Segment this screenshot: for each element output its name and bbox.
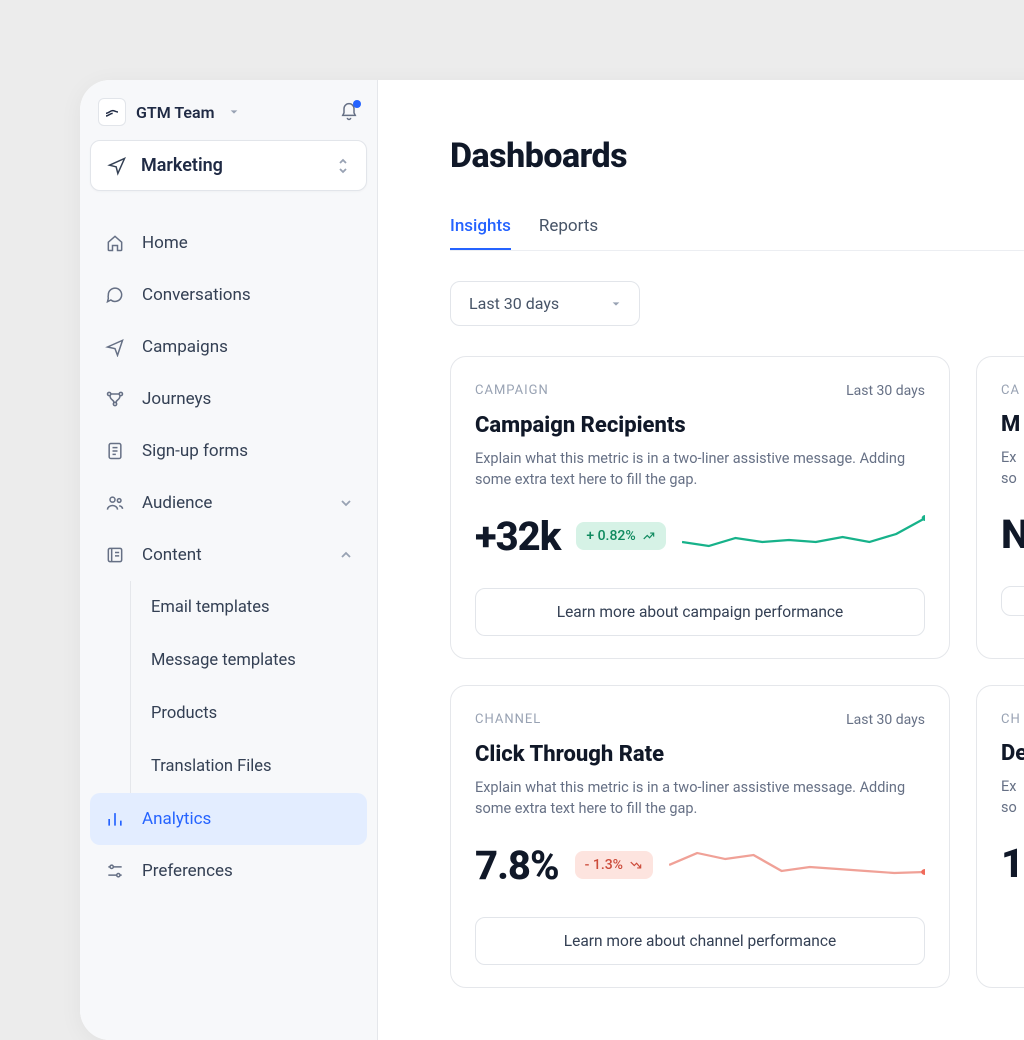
sidebar-item-analytics[interactable]: Analytics [90,793,367,845]
sidebar-item-label: Conversations [142,285,251,305]
sparkline-up [682,512,925,560]
card-category: CAMPAIGN [475,383,549,399]
card-click-through-rate: CHANNEL Last 30 days Click Through Rate … [450,685,950,988]
tabs: Insights Reports [450,216,1024,251]
paper-plane-icon [107,156,127,176]
card-title: De [1001,741,1024,766]
subnav-translation-files[interactable]: Translation Files [131,740,367,793]
sidebar-item-label: Journeys [142,389,211,409]
sidebar-item-label: Preferences [142,861,233,881]
send-icon [104,336,126,358]
sidebar-item-label: Content [142,545,202,565]
form-icon [104,440,126,462]
chevron-down-icon [339,496,353,510]
sidebar-item-home[interactable]: Home [90,217,367,269]
sidebar-item-label: Sign-up forms [142,441,248,461]
app-frame: GTM Team Marketing [80,80,1024,1040]
card-metric: 1 [1001,840,1023,887]
card-campaign-recipients: CAMPAIGN Last 30 days Campaign Recipient… [450,356,950,659]
sliders-icon [104,860,126,882]
card-title: M [1001,412,1024,437]
card-description: Ex so [1001,447,1024,489]
bar-chart-icon [104,808,126,830]
space-selector-label: Marketing [141,155,223,176]
sidebar-item-label: Campaigns [142,337,228,357]
delta-badge-down: - 1.3% [575,851,653,879]
card-cta-button[interactable]: Learn more about campaign performance [475,588,925,636]
sidebar-item-content[interactable]: Content [90,529,367,581]
sparkline-down [669,841,925,889]
subnav-message-templates[interactable]: Message templates [131,634,367,687]
trend-up-icon [642,529,656,543]
sidebar-item-label: Audience [142,493,212,513]
card-description: Ex so [1001,776,1024,818]
card-range: Last 30 days [846,383,925,399]
cards-row-2: CHANNEL Last 30 days Click Through Rate … [450,685,1024,988]
chat-icon [104,284,126,306]
sidebar-item-audience[interactable]: Audience [90,477,367,529]
primary-nav: Home Conversations Campaigns Journeys Si… [90,217,367,897]
content-subnav: Email templates Message templates Produc… [130,581,367,793]
date-range-label: Last 30 days [469,294,559,313]
sidebar-item-conversations[interactable]: Conversations [90,269,367,321]
card-range: Last 30 days [846,712,925,728]
sidebar: GTM Team Marketing [80,80,378,1040]
date-range-select[interactable]: Last 30 days [450,281,640,326]
card-peek-2: CH De Ex so 1 [976,685,1024,988]
card-peek-1: CA M Ex so N [976,356,1024,659]
card-metric: N [1001,511,1024,558]
card-title: Click Through Rate [475,742,925,767]
subnav-products[interactable]: Products [131,687,367,740]
content-icon [104,544,126,566]
tab-reports[interactable]: Reports [539,216,598,250]
sidebar-item-label: Analytics [142,809,211,829]
sidebar-item-label: Home [142,233,188,253]
delta-badge-up: + 0.82% [576,522,665,550]
sidebar-item-signup-forms[interactable]: Sign-up forms [90,425,367,477]
page-title: Dashboards [450,136,1024,176]
main-content: Dashboards Insights Reports Last 30 days… [378,80,1024,1040]
card-category: CHANNEL [475,712,541,728]
space-selector[interactable]: Marketing [90,140,367,191]
tab-insights[interactable]: Insights [450,216,511,250]
sidebar-item-campaigns[interactable]: Campaigns [90,321,367,373]
chevron-up-icon [339,548,353,562]
journey-icon [104,388,126,410]
caret-down-icon [611,299,621,309]
trend-down-icon [629,858,643,872]
cards-row-1: CAMPAIGN Last 30 days Campaign Recipient… [450,356,1024,659]
sort-icon [336,157,350,175]
audience-icon [104,492,126,514]
card-category: CH [1001,712,1021,727]
brand-logo-icon [98,98,126,126]
caret-down-icon [229,107,239,117]
card-cta-button[interactable]: Learn more about channel performance [475,917,925,965]
card-description: Explain what this metric is in a two-lin… [475,777,925,819]
subnav-email-templates[interactable]: Email templates [131,581,367,634]
sidebar-item-journeys[interactable]: Journeys [90,373,367,425]
card-metric: 7.8% [475,842,559,889]
card-title: Campaign Recipients [475,413,925,438]
card-metric: +32k [475,513,560,560]
card-description: Explain what this metric is in a two-lin… [475,448,925,490]
notifications-bell-icon[interactable] [339,102,359,122]
home-icon [104,232,126,254]
workspace-switcher[interactable]: GTM Team [90,94,367,130]
card-category: CA [1001,383,1020,398]
workspace-name: GTM Team [136,103,215,122]
notification-dot [353,100,361,108]
card-cta-button[interactable] [1001,586,1024,616]
sidebar-item-preferences[interactable]: Preferences [90,845,367,897]
